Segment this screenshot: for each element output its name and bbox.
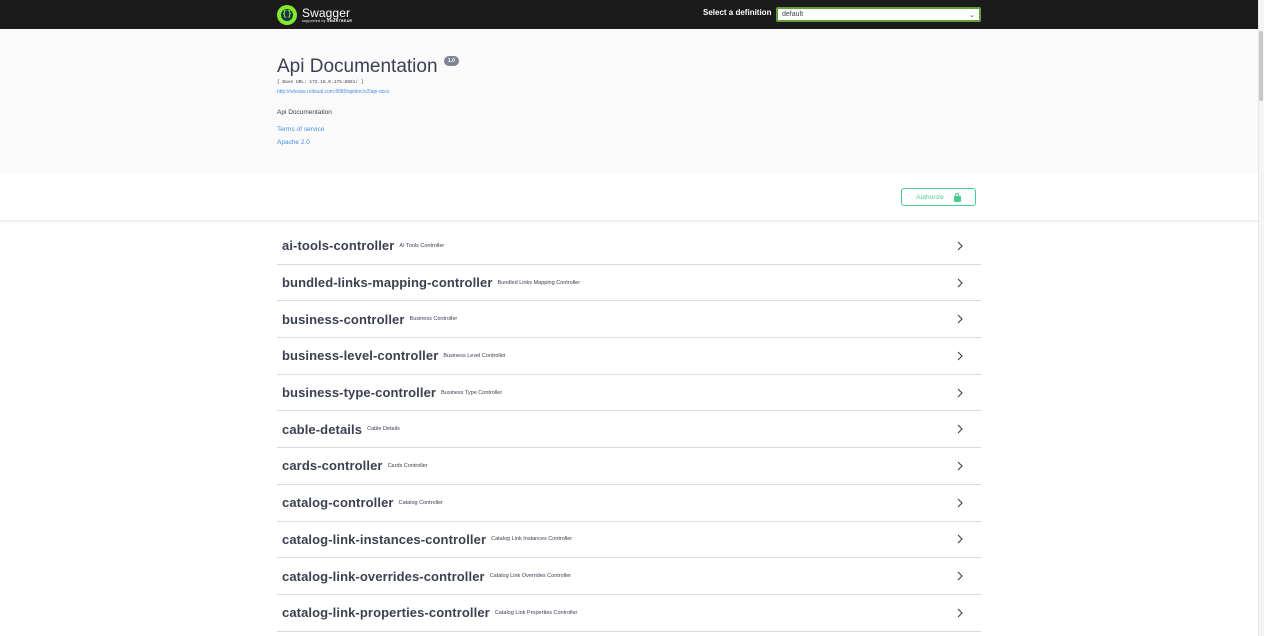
tag-section-cable-details[interactable]: cable-details Cable Details [277,411,981,449]
tag-name: catalog-link-properties-controller [282,605,490,621]
authorize-button[interactable]: Authorize [901,188,976,206]
swagger-brand-link[interactable]: {} Swagger supported by SMARTBEAR [277,5,352,25]
brand-name: Swagger [302,5,351,20]
tag-list: ai-tools-controller AI Tools Controller bu… [277,228,981,632]
tag-section-catalog-link-instances-controller[interactable]: catalog-link-instances-controller Catalog… [277,522,981,559]
tag-section-business-type-controller[interactable]: business-type-controller Business Type Co… [277,375,981,412]
tag-description: Catalog Link Instances Controller [491,536,573,543]
chevron-right-icon[interactable] [955,240,965,252]
version-badge: 1.0 [444,56,459,66]
brand-subtitle-prefix: supported by [302,18,328,23]
definition-select[interactable]: default ⌄ [776,7,981,22]
tag-description: Bundled Links Mapping Controller [497,279,581,286]
api-description: Api Documentation [277,109,332,116]
tag-name: business-level-controller [282,348,439,364]
chevron-right-icon[interactable] [955,313,965,325]
chevron-right-icon[interactable] [955,533,965,545]
tag-name: bundled-links-mapping-controller [282,275,493,291]
tag-section-ai-tools-controller[interactable]: ai-tools-controller AI Tools Controller [277,228,981,265]
base-url: [ Base URL: 172.18.0.175:8081/ ] [277,80,364,85]
brand-text: Swagger supported by SMARTBEAR [302,7,352,24]
chevron-right-icon[interactable] [955,387,965,399]
license-link[interactable]: Apache 2.0 [277,139,310,146]
tag-name: catalog-controller [282,495,394,511]
brand-subtitle-strong: SMARTBEAR [327,18,353,23]
scrollbar-thumb[interactable] [1259,31,1263,101]
lock-icon [953,192,961,202]
chevron-right-icon[interactable] [955,423,965,435]
chevron-right-icon[interactable] [955,607,965,619]
terms-of-service-link[interactable]: Terms of service [277,126,324,133]
tag-description: Cable Details [367,426,400,433]
tag-name: catalog-link-overrides-controller [282,568,485,584]
tag-name: catalog-link-instances-controller [282,531,487,547]
tag-description: AI Tools Controller [399,242,445,249]
tag-description: Business Level Controller [443,352,506,359]
tag-section-business-level-controller[interactable]: business-level-controller Business Level … [277,338,981,375]
scheme-container: Authorize [0,173,1258,221]
scrollbar[interactable] [1258,0,1264,636]
chevron-right-icon[interactable] [955,570,965,582]
definition-select-value: default [782,11,804,18]
tag-section-catalog-controller[interactable]: catalog-controller Catalog Controller [277,485,981,522]
tag-section-cards-controller[interactable]: cards-controller Cards Controller [277,448,981,485]
tag-description: Catalog Link Properties Controller [494,609,578,616]
tag-description: Cards Controller [387,462,428,469]
tag-name: cards-controller [282,458,383,474]
chevron-down-icon: ⌄ [969,11,975,19]
chevron-right-icon[interactable] [955,277,965,289]
topbar: {} Swagger supported by SMARTBEAR Select… [0,0,1258,29]
swagger-logo-icon: {} [277,5,297,25]
tag-description: Catalog Controller [398,499,443,506]
tag-name: business-controller [282,311,405,327]
authorize-label: Authorize [916,193,944,201]
info-section: Api Documentation 1.0 [ Base URL: 172.18… [0,29,1258,173]
definition-label: Select a definition [703,8,772,17]
tag-description: Business Controller [409,316,458,323]
page-title: Api Documentation [277,56,438,77]
tag-name: ai-tools-controller [282,238,395,254]
api-docs-link[interactable]: http://release.rvitsual.com:8080/apidoc/… [277,89,390,95]
tag-section-catalog-link-properties-controller[interactable]: catalog-link-properties-controller Catalo… [277,595,981,632]
tag-section-catalog-link-overrides-controller[interactable]: catalog-link-overrides-controller Catalog… [277,558,981,595]
tag-description: Business Type Controller [441,389,503,396]
tag-name: cable-details [282,421,363,437]
tag-description: Catalog Link Overrides Controller [489,573,572,580]
tag-name: business-type-controller [282,385,437,401]
brand-subtitle: supported by SMARTBEAR [302,18,353,24]
tag-section-bundled-links-mapping-controller[interactable]: bundled-links-mapping-controller Bundled … [277,265,981,302]
tag-section-business-controller[interactable]: business-controller Business Controller [277,301,981,339]
chevron-right-icon[interactable] [955,460,965,472]
chevron-right-icon[interactable] [955,350,965,362]
chevron-right-icon[interactable] [955,497,965,509]
